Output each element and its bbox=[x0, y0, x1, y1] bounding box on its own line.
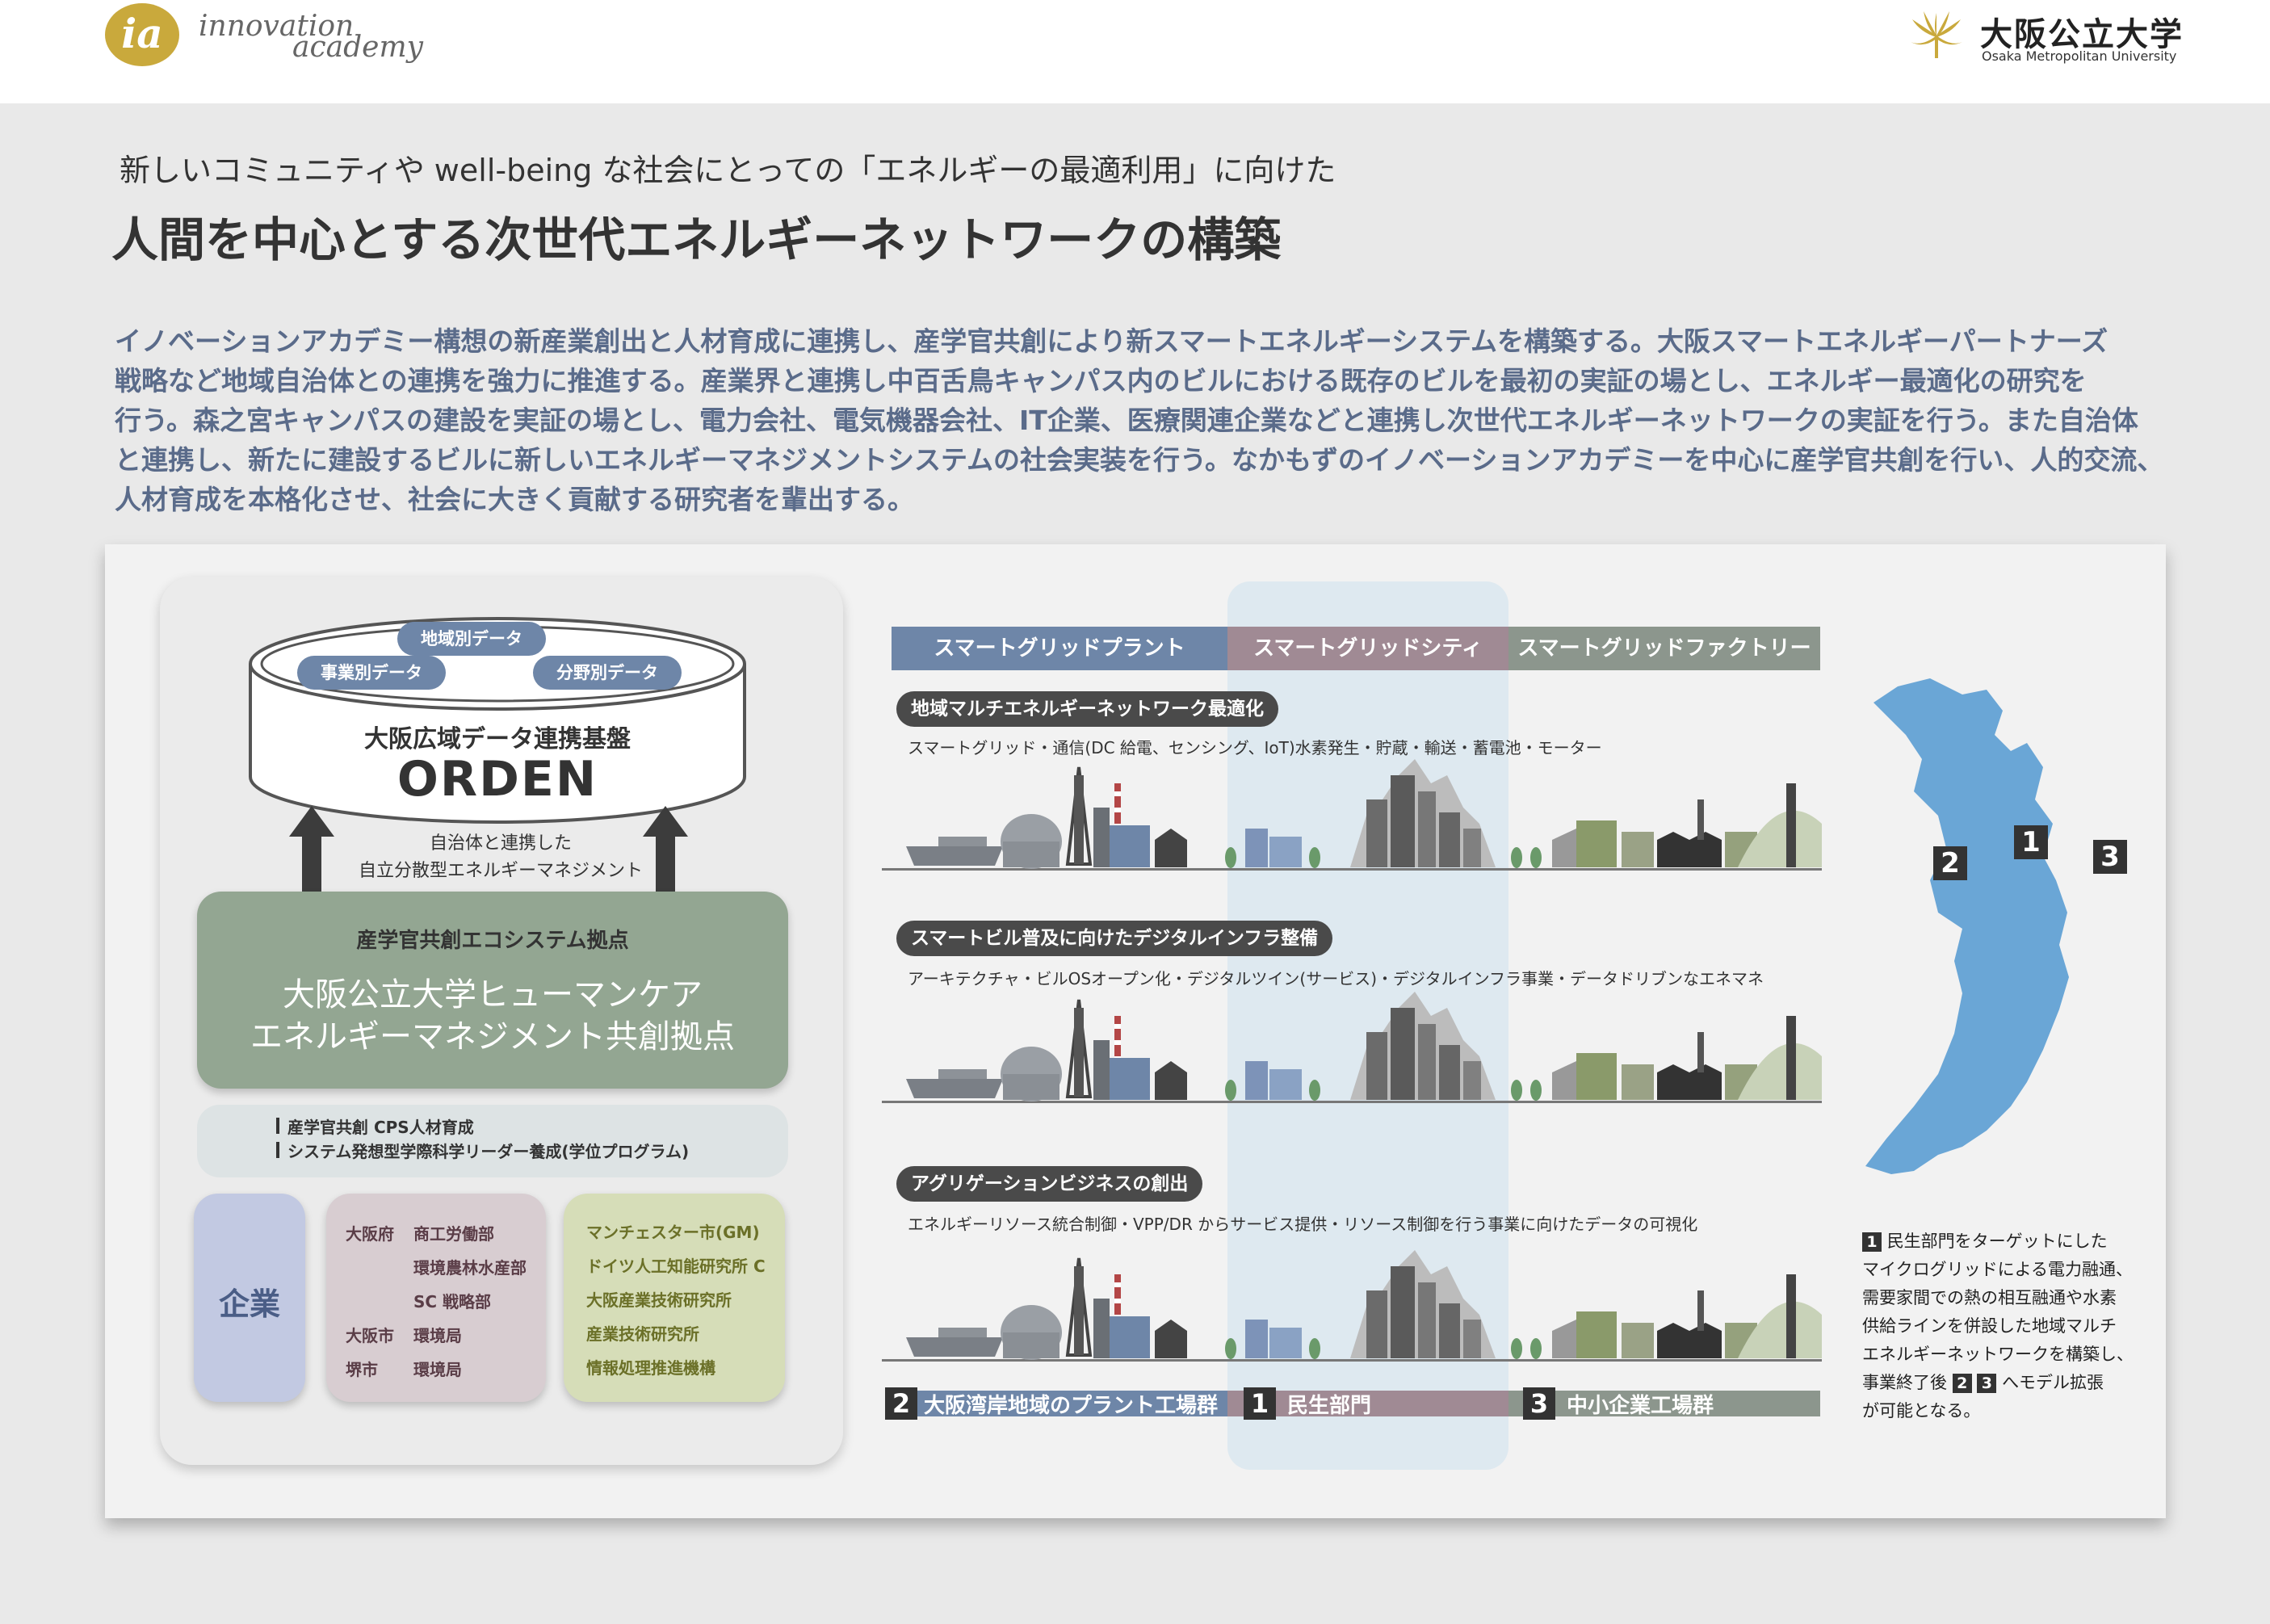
university-emblem-icon bbox=[1911, 11, 1962, 58]
innovation-academy-logo: ia bbox=[105, 3, 179, 66]
note-text: 事業終了後 bbox=[1862, 1373, 1947, 1392]
section-desc: エネルギーリソース統合制御・VPP/DR からサービス提供・リソース制御を行う事… bbox=[908, 1215, 1698, 1234]
logo-word-academy: academy bbox=[292, 31, 423, 64]
osaka-map bbox=[1865, 678, 2069, 1174]
note-badge: 2 bbox=[1952, 1374, 1972, 1393]
badge-number: 2 bbox=[885, 1387, 917, 1420]
hub-title-line: エネルギーマネジメント共創拠点 bbox=[250, 1018, 735, 1055]
bottom-label: 大阪湾岸地域のプラント工場群 bbox=[924, 1394, 1219, 1418]
gov-dept: SC 戦略部 bbox=[413, 1292, 492, 1311]
hub-title-line: 大阪公立大学ヒューマンケア bbox=[283, 976, 703, 1013]
research-item: 大阪産業技術研究所 bbox=[586, 1290, 732, 1310]
bullet-bar bbox=[276, 1118, 279, 1134]
pill-field-data: 分野別データ bbox=[533, 656, 682, 690]
research-item: 産業技術研究所 bbox=[586, 1324, 699, 1344]
gov-dept: 環境局 bbox=[413, 1326, 462, 1345]
note-line: 供給ラインを併設した地域マルチ bbox=[1862, 1316, 2117, 1336]
gov-dept: 商工労働部 bbox=[413, 1224, 494, 1244]
description-line: 戦略など地域自治体との連携を強力に推進する。産業界と連携し中百舌鳥キャンパス内の… bbox=[115, 365, 2087, 397]
section-tag: スマートビル普及に向けたデジタルインフラ整備 bbox=[896, 921, 1333, 956]
link-text-line: 自治体と連携した bbox=[429, 833, 572, 854]
note-badge: 1 bbox=[1862, 1232, 1882, 1252]
column-header-city: スマートグリッドシティ bbox=[1227, 627, 1508, 670]
bullet-bar bbox=[276, 1142, 279, 1158]
note-text: へモデル拡張 bbox=[2002, 1373, 2104, 1392]
column-header-plant: スマートグリッドプラント bbox=[892, 627, 1227, 670]
page-title: 人間を中心とする次世代エネルギーネットワークの構築 bbox=[111, 212, 1282, 267]
pill-region-data: 地域別データ bbox=[397, 622, 546, 656]
research-item: 情報処理推進機構 bbox=[586, 1358, 715, 1378]
column-header-factory: スマートグリッドファクトリー bbox=[1508, 627, 1820, 670]
company-label: 企業 bbox=[218, 1286, 280, 1322]
description-line: 人材育成を本格化させ、社会に大きく貢献する研究者を輩出する。 bbox=[115, 484, 914, 515]
industrial-scene-illustration bbox=[882, 759, 1822, 871]
gov-pref: 大阪府 bbox=[346, 1224, 394, 1244]
research-item: マンチェスター市(GM) bbox=[586, 1223, 760, 1242]
badge-number: 1 bbox=[1244, 1387, 1276, 1420]
platform-name: 大阪広域データ連携基盤 bbox=[364, 725, 631, 753]
bottom-label: 中小企業工場群 bbox=[1567, 1394, 1714, 1418]
note-line: マイクログリッドによる電力融通、 bbox=[1862, 1260, 2133, 1279]
map-number-3: 3 bbox=[2093, 840, 2127, 874]
gov-dept: 環境農林水産部 bbox=[413, 1258, 527, 1278]
gov-pref: 大阪市 bbox=[346, 1326, 394, 1345]
note-badge: 3 bbox=[1977, 1374, 1997, 1393]
description-line: イノベーションアカデミー構想の新産業創出と人材育成に連携し、産学官共創により新ス… bbox=[115, 325, 2108, 357]
note-line: 1 民生部門をターゲットにした bbox=[1862, 1227, 2137, 1256]
bottom-label: 民生部門 bbox=[1287, 1394, 1372, 1418]
program-item: 産学官共創 CPS人材育成 bbox=[287, 1118, 474, 1137]
link-text: 自治体と連携した 自立分散型エネルギーマネジメント bbox=[339, 830, 662, 885]
map-note: 1 民生部門をターゲットにした マイクログリッドによる電力融通、 需要家間での熱… bbox=[1862, 1227, 2137, 1425]
industrial-scene-illustration bbox=[882, 992, 1822, 1103]
note-line: エネルギーネットワークを構築し、 bbox=[1862, 1345, 2134, 1364]
hub-title: 大阪公立大学ヒューマンケア エネルギーマネジメント共創拠点 bbox=[197, 974, 788, 1058]
map-number-2: 2 bbox=[1933, 846, 1967, 880]
link-text-line: 自立分散型エネルギーマネジメント bbox=[358, 861, 643, 881]
description: イノベーションアカデミー構想の新産業創出と人材育成に連携し、産学官共創により新ス… bbox=[115, 321, 2182, 519]
industrial-scene-illustration bbox=[882, 1250, 1822, 1362]
up-arrow-icon bbox=[289, 806, 334, 895]
gov-pref: 堺市 bbox=[346, 1360, 378, 1379]
page-subtitle: 新しいコミュニティや well-being な社会にとっての「エネルギーの最適利… bbox=[120, 153, 1336, 188]
section-tag: 地域マルチエネルギーネットワーク最適化 bbox=[896, 691, 1278, 727]
pill-business-data: 事業別データ bbox=[297, 656, 446, 690]
note-line: が可能となる。 bbox=[1862, 1401, 1981, 1420]
section-tag: アグリゲーションビジネスの創出 bbox=[896, 1166, 1203, 1202]
hub-subtitle: 産学官共創エコシステム拠点 bbox=[356, 929, 629, 953]
research-item: ドイツ人工知能研究所 C bbox=[586, 1257, 766, 1276]
gov-dept: 環境局 bbox=[413, 1360, 462, 1379]
note-text: 民生部門をターゲットにした bbox=[1886, 1232, 2108, 1251]
map-number-1: 1 bbox=[2014, 825, 2048, 859]
note-line: 需要家間での熱の相互融通や水素 bbox=[1862, 1288, 2117, 1307]
badge-number: 3 bbox=[1523, 1387, 1555, 1420]
program-item: システム発想型学際科学リーダー養成(学位プログラム) bbox=[287, 1142, 690, 1161]
university-name-en: Osaka Metropolitan University bbox=[1982, 48, 2177, 64]
description-line: 行う。森之宮キャンパスの建設を実証の場とし、電力会社、電気機器会社、IT企業、医… bbox=[115, 405, 2138, 436]
description-line: と連携し、新たに建設するビルに新しいエネルギーマネジメントシステムの社会実装を行… bbox=[115, 444, 2164, 476]
note-line: 事業終了後 2 3 へモデル拡張 bbox=[1862, 1369, 2137, 1397]
platform-brand: ORDEN bbox=[397, 751, 598, 808]
